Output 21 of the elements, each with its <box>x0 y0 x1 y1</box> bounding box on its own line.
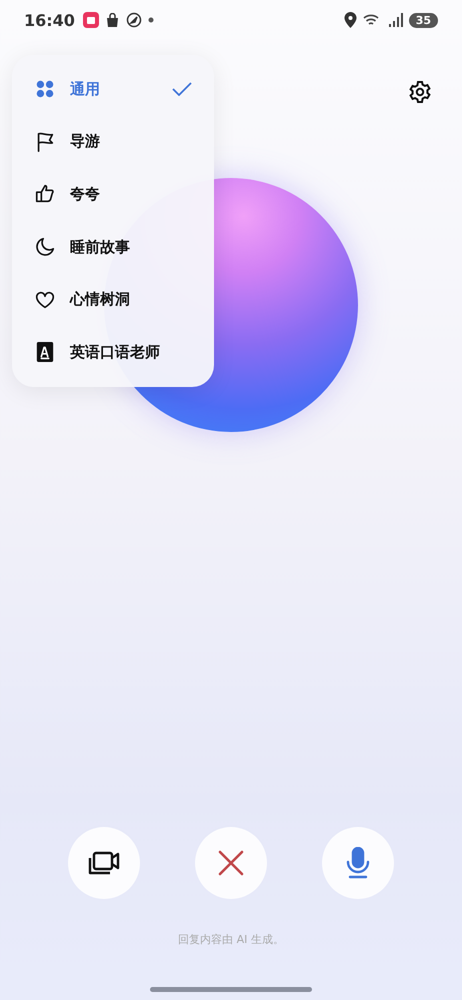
battery-level: 35 <box>408 12 438 28</box>
checkmark-icon <box>172 82 192 96</box>
dot-icon <box>148 17 154 23</box>
menu-item[interactable]: 英语口语老师 <box>12 326 214 379</box>
compass-icon <box>126 12 142 28</box>
signal-icon <box>388 13 403 27</box>
menu-item[interactable]: 夸夸 <box>12 168 214 221</box>
clock: 16:40 <box>24 10 75 30</box>
moon-icon <box>34 236 56 258</box>
app-notification-icon <box>82 12 99 28</box>
location-icon <box>344 12 357 28</box>
settings-icon[interactable] <box>408 80 432 104</box>
shopping-bag-icon <box>104 12 120 28</box>
menu-item[interactable]: 睡前故事 <box>12 220 214 274</box>
close-icon <box>218 850 244 876</box>
menu-item[interactable]: 通用 <box>12 63 214 116</box>
microphone-icon <box>346 847 370 879</box>
menu-item[interactable]: 心情树洞 <box>12 273 214 326</box>
ai-disclaimer: 回复内容由 AI 生成。 <box>177 932 285 947</box>
menu-item[interactable]: 导游 <box>12 116 214 168</box>
letter-a-icon <box>34 341 56 364</box>
